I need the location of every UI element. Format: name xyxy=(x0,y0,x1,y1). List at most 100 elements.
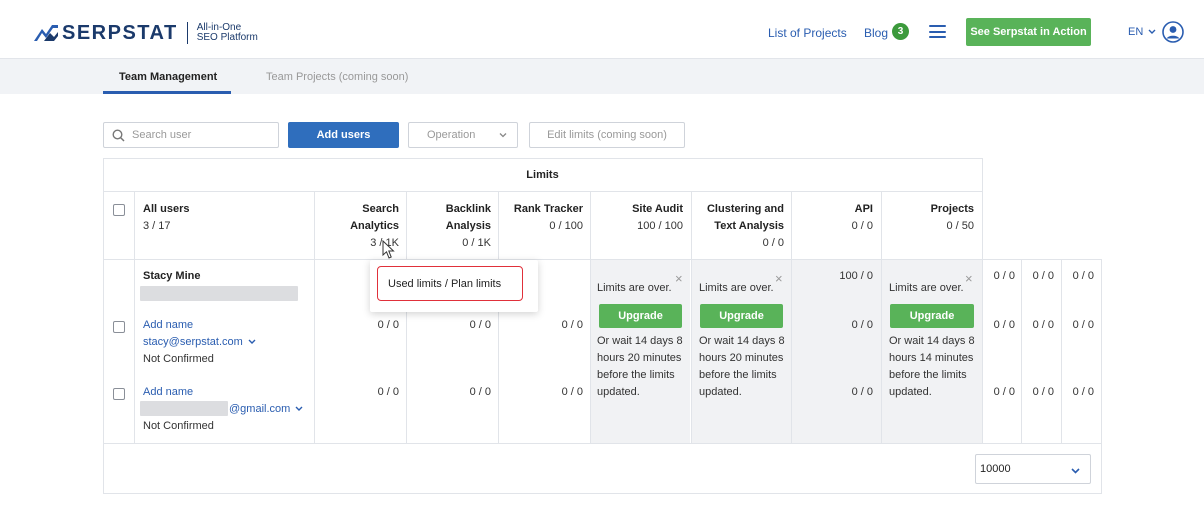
projects-total[interactable]: 0 / 50 xyxy=(881,218,974,235)
chevron-down-icon xyxy=(1148,29,1156,34)
close-icon[interactable]: × xyxy=(965,272,973,285)
col-clustering-line1: Clustering and xyxy=(706,203,784,215)
extra-usage: 0 / 0 xyxy=(993,386,1015,398)
limits-title: Limits xyxy=(526,169,559,181)
logo-divider xyxy=(186,22,188,44)
close-icon[interactable]: × xyxy=(775,272,783,285)
all-users-label: All users xyxy=(143,203,190,215)
col-search-analytics-line1: Search xyxy=(362,203,399,215)
brand-name: SERPSTAT xyxy=(62,22,178,44)
edit-limits-button[interactable]: Edit limits (coming soon) xyxy=(529,122,685,148)
api-usage: 0 / 0 xyxy=(851,319,873,331)
wait-line-2: hours 20 minutes xyxy=(597,352,682,364)
nav-blog[interactable]: Blog xyxy=(864,26,888,40)
blog-count-badge: 3 xyxy=(892,23,909,40)
tagline-line-2: SEO Platform xyxy=(196,32,258,43)
col-search-analytics: Search Analytics xyxy=(314,201,399,235)
upgrade-button[interactable]: Upgrade xyxy=(599,304,682,328)
rank-tracker-total[interactable]: 0 / 100 xyxy=(498,218,583,235)
wait-line-3: before the limits xyxy=(889,369,967,381)
wait-line-4: updated. xyxy=(699,386,742,398)
user-account-icon[interactable] xyxy=(1162,21,1184,43)
logo-mark-icon xyxy=(34,25,58,41)
tabs-bar: Team Management Team Projects (coming so… xyxy=(0,58,1204,94)
active-tab-indicator xyxy=(103,91,231,94)
limits-over-text: Limits are over. xyxy=(699,282,774,294)
api-total[interactable]: 0 / 0 xyxy=(791,218,873,235)
language-selector[interactable]: EN xyxy=(1128,26,1156,38)
tab-team-projects[interactable]: Team Projects (coming soon) xyxy=(266,71,408,83)
limits-tooltip: Used limits / Plan limits xyxy=(370,260,538,312)
col-api: API xyxy=(854,203,873,215)
extra-usage: 0 / 0 xyxy=(1072,386,1094,398)
wait-message: Or wait 14 days 8 hours 20 minutes befor… xyxy=(699,333,791,401)
extra-usage: 0 / 0 xyxy=(1072,270,1094,282)
user-email-dropdown[interactable]: stacy@serpstat.com xyxy=(143,334,256,351)
clustering-total[interactable]: 0 / 0 xyxy=(691,235,784,252)
wait-line-3: before the limits xyxy=(699,369,777,381)
row-checkbox[interactable] xyxy=(113,321,125,333)
tooltip-text: Used limits / Plan limits xyxy=(377,266,523,301)
user-email: @gmail.com xyxy=(229,403,291,415)
chevron-down-icon xyxy=(499,133,507,138)
search-user-input[interactable] xyxy=(132,128,272,142)
limits-over-text: Limits are over. xyxy=(889,282,964,294)
rank-usage: 0 / 0 xyxy=(561,386,583,398)
col-backlink-line1: Backlink xyxy=(445,203,491,215)
wait-line-2: hours 20 minutes xyxy=(699,352,784,364)
backlink-usage: 0 / 0 xyxy=(469,386,491,398)
nav-list-of-projects[interactable]: List of Projects xyxy=(768,26,847,40)
team-limits-table: Limits All users 3 / 17 Search Analytics… xyxy=(103,158,1102,494)
col-clustering: Clustering and Text Analysis xyxy=(691,201,784,235)
user-email-dropdown[interactable]: @gmail.com xyxy=(229,401,303,418)
blurred-email xyxy=(140,286,298,301)
extra-usage: 0 / 0 xyxy=(1032,270,1054,282)
col-backlink-analysis: Backlink Analysis xyxy=(406,201,491,235)
user-status: Not Confirmed xyxy=(143,353,214,365)
rank-usage: 0 / 0 xyxy=(561,319,583,331)
limits-over-text: Limits are over. xyxy=(597,282,672,294)
brand-tagline: All-in-One SEO Platform xyxy=(197,23,258,43)
extra-usage: 0 / 0 xyxy=(1072,319,1094,331)
add-users-button[interactable]: Add users xyxy=(288,122,399,148)
close-icon[interactable]: × xyxy=(675,272,683,285)
operation-dropdown[interactable]: Operation xyxy=(408,122,518,148)
api-usage: 0 / 0 xyxy=(851,386,873,398)
upgrade-button[interactable]: Upgrade xyxy=(700,304,783,328)
site-audit-total[interactable]: 100 / 100 xyxy=(590,218,683,235)
extra-usage: 0 / 0 xyxy=(1032,386,1054,398)
wait-line-4: updated. xyxy=(889,386,932,398)
extra-usage: 0 / 0 xyxy=(993,270,1015,282)
col-search-analytics-line2: Analytics xyxy=(350,220,399,232)
add-name-link[interactable]: Add name xyxy=(143,384,193,401)
user-email: stacy@serpstat.com xyxy=(143,336,243,348)
search-usage: 0 / 0 xyxy=(377,386,399,398)
row-checkbox[interactable] xyxy=(113,388,125,400)
menu-icon[interactable] xyxy=(929,25,946,38)
wait-message: Or wait 14 days 8 hours 20 minutes befor… xyxy=(597,333,691,401)
chevron-down-icon xyxy=(1071,468,1080,474)
tab-team-management[interactable]: Team Management xyxy=(119,71,217,83)
mouse-cursor-icon xyxy=(382,240,395,259)
col-rank-tracker: Rank Tracker xyxy=(513,203,583,215)
user-name-stacy-mine: Stacy Mine xyxy=(143,270,201,282)
add-name-link[interactable]: Add name xyxy=(143,317,193,334)
wait-line-3: before the limits xyxy=(597,369,675,381)
rows-per-page-select[interactable]: 10000 xyxy=(975,454,1091,484)
search-box[interactable] xyxy=(103,122,279,148)
wait-line-1: Or wait 14 days 8 xyxy=(597,335,683,347)
search-usage: 0 / 0 xyxy=(377,319,399,331)
user-status: Not Confirmed xyxy=(143,420,214,432)
wait-line-1: Or wait 14 days 8 xyxy=(699,335,785,347)
see-serpstat-in-action-button[interactable]: See Serpstat in Action xyxy=(966,18,1091,46)
select-all-checkbox[interactable] xyxy=(113,204,125,216)
language-label: EN xyxy=(1128,26,1144,38)
serpstat-logo[interactable]: SERPSTAT All-in-One SEO Platform xyxy=(34,22,258,44)
col-clustering-line2: Text Analysis xyxy=(714,220,784,232)
rows-per-page-value: 10000 xyxy=(980,463,1011,475)
top-header: SERPSTAT All-in-One SEO Platform List of… xyxy=(0,0,1204,58)
backlink-total[interactable]: 0 / 1K xyxy=(406,235,491,252)
upgrade-button[interactable]: Upgrade xyxy=(890,304,974,328)
all-users-count: 3 / 17 xyxy=(143,220,171,232)
wait-line-4: updated. xyxy=(597,386,640,398)
